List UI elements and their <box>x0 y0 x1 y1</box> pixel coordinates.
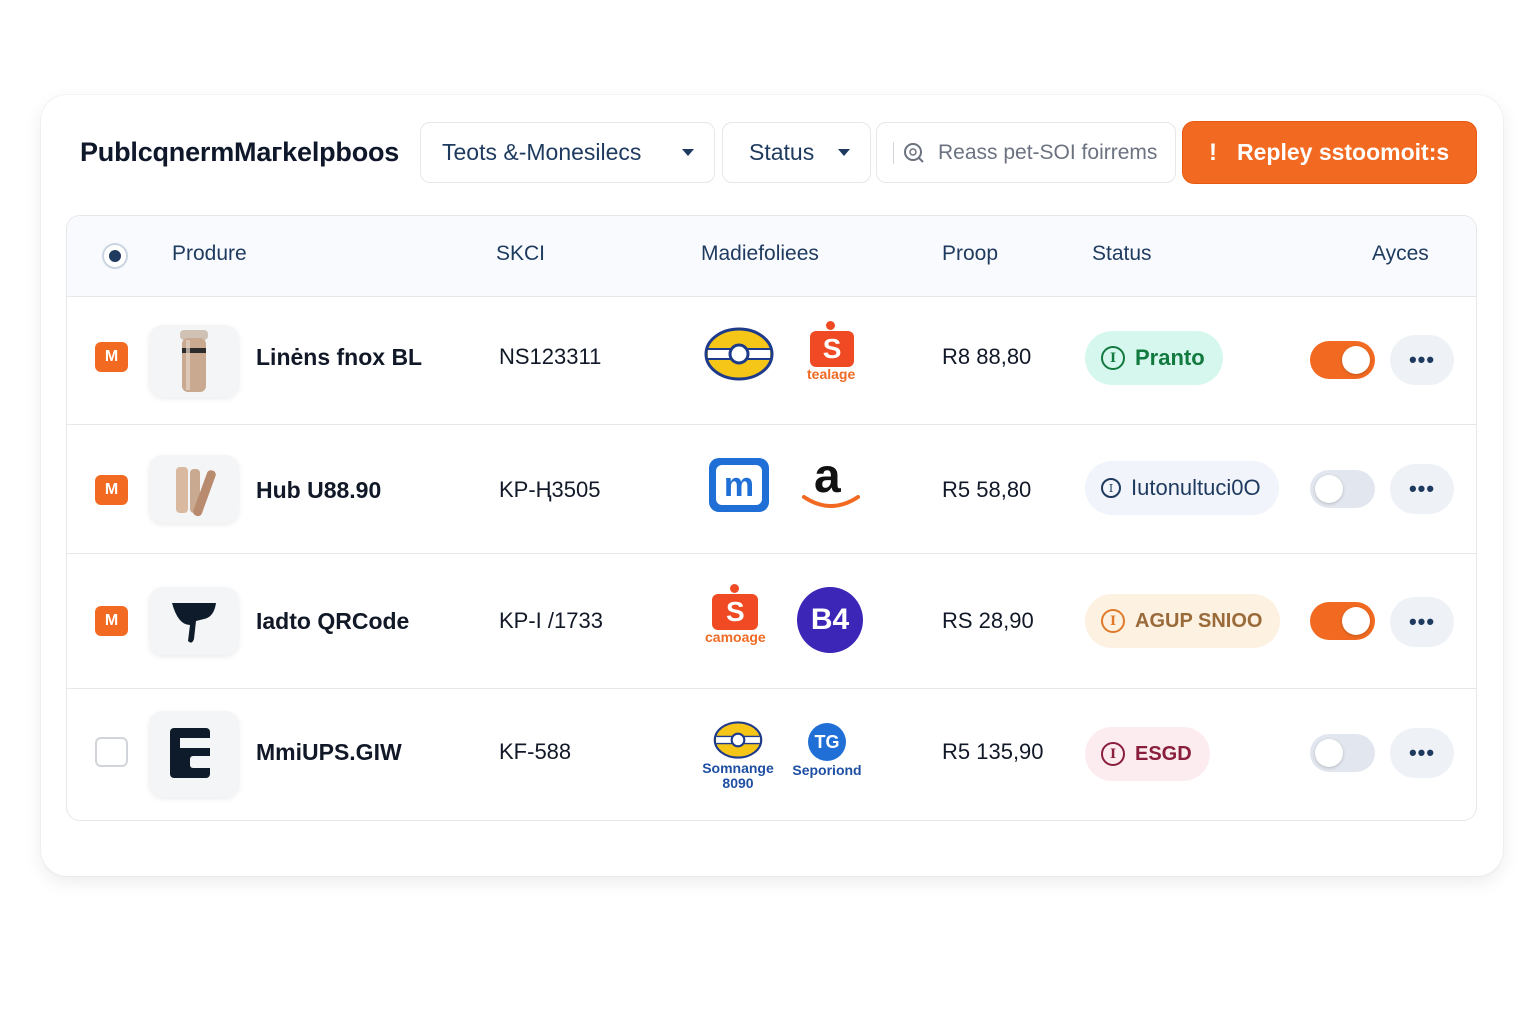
row-select-checkbox[interactable] <box>95 737 128 767</box>
column-header-status[interactable]: Status <box>1092 241 1152 267</box>
product-price: R5 58,80 <box>942 477 1032 502</box>
marketplace-caption: tealage <box>807 366 856 382</box>
status-badge: I Pranto <box>1085 331 1223 385</box>
toggle-knob <box>1342 346 1370 374</box>
table-row: M Hub U88.90 KP-Ⱨ3505 m a R5 58,80 I Iut… <box>67 425 1476 554</box>
smile-arrow <box>802 495 860 508</box>
more-actions-button[interactable]: ••• <box>1390 335 1454 385</box>
cta-label: Repley sstoomoit:s <box>1237 139 1450 165</box>
product-thumbnail <box>149 711 239 797</box>
status-text: Pranto <box>1135 345 1205 370</box>
product-name[interactable]: Linėns fnox BL <box>256 342 422 372</box>
product-sku: KP-Ⱨ3505 <box>499 477 601 502</box>
a-logo-icon: a <box>800 450 862 513</box>
marketplace-logo[interactable]: B4 <box>797 587 863 653</box>
m-logo-letter: m <box>716 465 762 505</box>
more-actions-button[interactable]: ••• <box>1390 464 1454 514</box>
more-actions-button[interactable]: ••• <box>1390 728 1454 778</box>
tg-logo-icon: TG <box>808 723 846 761</box>
box-icon <box>170 728 218 778</box>
tubes-icon <box>176 467 216 517</box>
product-sku: NS123311 <box>499 344 602 369</box>
column-header-product[interactable]: Produre <box>172 241 247 267</box>
tumbler-icon <box>180 330 208 392</box>
column-header-marketplaces[interactable]: Madiefoliees <box>701 241 819 267</box>
status-text: AGUP SNIOO <box>1135 609 1263 632</box>
status-text: ESGD <box>1135 742 1192 765</box>
s-logo-letter: S <box>712 594 759 630</box>
enable-toggle[interactable] <box>1310 470 1375 508</box>
status-filter-dropdown[interactable]: Status <box>722 122 871 183</box>
category-filter-dropdown[interactable]: Teots &-Monesilecs <box>420 122 715 183</box>
enable-toggle[interactable] <box>1310 734 1375 772</box>
select-all-radio[interactable] <box>102 243 128 269</box>
table-row: M Iadto QRCode KP-I /1733 S camoage B4 R… <box>67 554 1476 689</box>
table-header: Produre SKCI Madiefoliees Proop Status A… <box>67 216 1476 297</box>
row-select-checkbox[interactable]: M <box>95 342 128 372</box>
info-icon: I <box>1101 478 1121 498</box>
s-logo-icon: S <box>807 321 855 367</box>
alert-icon: ! <box>1209 138 1217 166</box>
search-icon <box>904 142 924 163</box>
marketplace-logo[interactable]: S camoage <box>705 584 766 645</box>
s-logo-icon: S <box>709 584 761 630</box>
enable-toggle[interactable] <box>1310 341 1375 379</box>
product-price: R8 88,80 <box>942 344 1032 369</box>
marketplace-caption: camoage <box>705 629 766 645</box>
cloth-icon <box>172 603 216 643</box>
info-icon: I <box>1101 346 1125 370</box>
info-icon: I <box>1101 742 1125 766</box>
toggle-knob <box>1315 739 1343 767</box>
column-header-actions: Ayces <box>1372 242 1429 265</box>
b4-logo-icon: B4 <box>797 587 863 653</box>
status-badge: I ESGD <box>1085 727 1210 781</box>
status-badge: I AGUP SNIOO <box>1085 594 1281 648</box>
ring-logo-icon <box>713 721 763 759</box>
product-price: R5 135,90 <box>942 739 1044 764</box>
search-input[interactable]: Reass pet-SOI foirrems <box>876 122 1176 183</box>
search-placeholder: Reass pet-SOI foirrems <box>938 140 1158 164</box>
s-logo-letter: S <box>810 331 855 367</box>
reply-submit-button[interactable]: ! Repley sstoomoit:s <box>1182 121 1477 184</box>
row-select-checkbox[interactable]: M <box>95 606 128 636</box>
chevron-down-icon <box>838 149 850 156</box>
toggle-knob <box>1342 607 1370 635</box>
product-thumbnail <box>149 455 239 523</box>
product-sku: KF-588 <box>499 739 572 764</box>
status-text: Iutonultuci0O <box>1131 475 1261 500</box>
product-name[interactable]: MmiUPS.GIW <box>256 737 402 767</box>
column-header-price[interactable]: Proop <box>942 241 998 267</box>
product-price: RS 28,90 <box>942 608 1034 633</box>
info-icon: I <box>1101 609 1125 633</box>
ring-logo-icon <box>704 327 774 381</box>
search-divider <box>893 141 894 164</box>
product-sku: KP-I /1733 <box>499 608 603 633</box>
column-header-sku[interactable]: SKCI <box>496 241 545 267</box>
page-title: PublcqnermMaгkelpboos <box>80 137 400 167</box>
row-select-checkbox[interactable]: M <box>95 475 128 505</box>
chevron-down-icon <box>682 149 694 156</box>
marketplace-logo[interactable]: Somnange 8090 <box>701 721 775 791</box>
toggle-knob <box>1315 475 1343 503</box>
category-filter-label: Teots &-Monesilecs <box>442 139 642 165</box>
more-actions-button[interactable]: ••• <box>1390 597 1454 647</box>
marketplace-logo[interactable]: S tealage <box>807 321 855 382</box>
status-filter-label: Status <box>749 139 815 165</box>
products-table: Produre SKCI Madiefoliees Proop Status A… <box>66 215 1477 821</box>
marketplace-caption: Somnange 8090 <box>702 760 774 791</box>
table-row: M Linėns fnox BL NS123311 S tealage R8 8… <box>67 297 1476 425</box>
m-logo-icon: m <box>709 458 769 512</box>
status-badge: I Iutonultuci0O <box>1085 461 1279 515</box>
enable-toggle[interactable] <box>1310 602 1375 640</box>
table-row: MmiUPS.GIW KF-588 Somnange 8090 TG Sepor… <box>67 689 1476 820</box>
product-thumbnail <box>149 325 239 397</box>
product-name[interactable]: Hub U88.90 <box>256 475 381 505</box>
product-thumbnail <box>149 587 239 655</box>
marketplace-logo[interactable]: a <box>800 450 862 513</box>
marketplace-logo[interactable]: m <box>709 458 769 512</box>
marketplace-caption: Seporiond <box>792 762 862 778</box>
marketplace-logo[interactable] <box>704 327 774 381</box>
product-name[interactable]: Iadto QRCode <box>256 606 409 636</box>
marketplace-logo[interactable]: TG Seporiond <box>791 723 863 778</box>
